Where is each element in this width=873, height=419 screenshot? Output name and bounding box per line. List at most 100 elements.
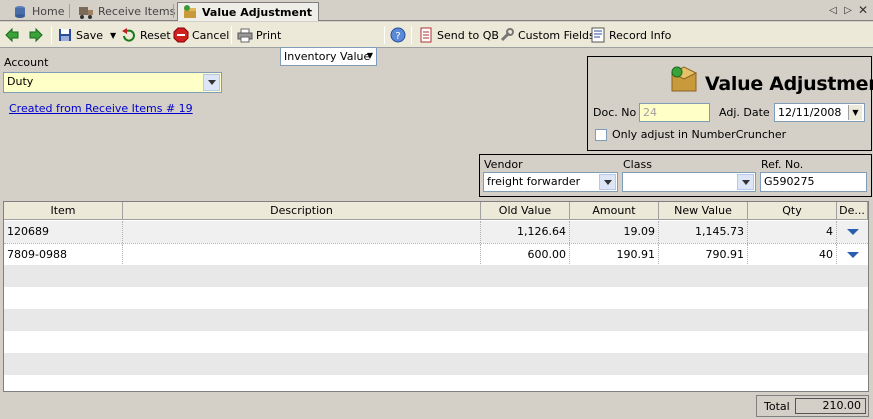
empty-row <box>4 287 868 309</box>
back-button[interactable] <box>4 25 20 45</box>
save-dropdown-icon[interactable]: ▼ <box>110 31 116 40</box>
items-grid: Item Description Old Value Amount New Va… <box>3 201 869 392</box>
database-icon <box>15 5 25 18</box>
account-value: Duty <box>7 75 34 88</box>
account-select[interactable]: Duty <box>3 72 222 93</box>
row-detail-arrow-icon[interactable] <box>847 252 859 258</box>
row-detail-arrow-icon[interactable] <box>847 229 859 235</box>
print-button[interactable]: Print <box>237 25 281 45</box>
column-header-item[interactable]: Item <box>4 202 123 220</box>
total-label: Total <box>764 400 790 413</box>
class-label: Class <box>623 158 652 171</box>
forward-button[interactable] <box>28 25 44 45</box>
custom-fields-label: Custom Fields <box>518 28 595 42</box>
vendor-label: Vendor <box>484 158 523 171</box>
tab-strip: Home Receive Items Value Adjustment ◁ ▷ … <box>0 0 873 21</box>
empty-row <box>4 353 868 375</box>
arrow-right-icon <box>29 27 43 43</box>
vendor-panel: Vendor freight forwarder Class Ref. No. … <box>479 154 872 197</box>
custom-fields-button[interactable]: Custom Fields <box>499 25 595 45</box>
record-info-button[interactable]: Record Info <box>590 25 671 45</box>
empty-row <box>4 265 868 287</box>
save-button[interactable]: Save ▼ <box>57 25 116 45</box>
page-title: Value Adjustment <box>705 73 873 95</box>
cell-item[interactable]: 120689 <box>4 221 123 243</box>
empty-row <box>4 331 868 353</box>
toolbar-separator <box>411 26 412 44</box>
table-row[interactable]: 120689 1,126.64 19.09 1,145.73 4 <box>4 221 868 243</box>
cell-item[interactable]: 7809-0988 <box>4 244 123 266</box>
cell-new-value[interactable]: 1,145.73 <box>659 221 748 243</box>
column-header-qty[interactable]: Qty <box>748 202 837 220</box>
toolbar-separator <box>231 26 232 44</box>
calendar-dropdown-icon[interactable]: ▼ <box>848 105 862 120</box>
total-panel: Total 210.00 <box>756 395 869 417</box>
tab-value-adjustment[interactable]: Value Adjustment <box>177 2 320 21</box>
adj-date-picker[interactable]: 12/11/2008 ▼ <box>774 103 865 122</box>
empty-row <box>4 309 868 331</box>
reset-label: Reset <box>140 28 171 42</box>
class-select[interactable] <box>622 172 756 192</box>
send-to-qb-label: Send to QB <box>437 28 499 42</box>
toolbar-separator <box>51 26 52 44</box>
ref-no-value: G590275 <box>764 175 815 188</box>
cell-qty[interactable]: 4 <box>748 221 837 243</box>
column-header-description[interactable]: Description <box>123 202 481 220</box>
column-header-amount[interactable]: Amount <box>570 202 659 220</box>
chevron-down-icon[interactable] <box>203 74 220 91</box>
cell-qty[interactable]: 40 <box>748 244 837 266</box>
document-icon <box>420 27 432 43</box>
tab-home[interactable]: Home <box>8 2 70 21</box>
toolbar: Save ▼ Reset Cancel Print Inventory Valu… <box>0 22 873 66</box>
doc-no-label: Doc. No <box>593 106 637 119</box>
reset-button[interactable]: Reset <box>121 25 171 45</box>
only-adjust-checkbox[interactable] <box>595 129 607 141</box>
cell-new-value[interactable]: 790.91 <box>659 244 748 266</box>
column-header-detail[interactable]: De... <box>837 202 868 220</box>
tab-receive-items[interactable]: Receive Items <box>74 2 181 21</box>
box-icon <box>184 5 196 18</box>
doc-no-field[interactable]: 24 <box>639 103 710 122</box>
cell-old-value[interactable]: 600.00 <box>481 244 570 266</box>
record-info-icon <box>591 27 605 43</box>
adj-date-label: Adj. Date <box>719 106 770 119</box>
print-template-select[interactable]: Inventory Value ▼ <box>280 47 377 66</box>
cell-description[interactable] <box>123 244 481 266</box>
cell-amount[interactable]: 190.91 <box>570 244 659 266</box>
created-from-link[interactable]: Created from Receive Items # 19 <box>9 102 193 115</box>
adj-date-value: 12/11/2008 <box>778 106 842 119</box>
chevron-down-icon[interactable] <box>737 174 754 190</box>
cell-description[interactable] <box>123 221 481 243</box>
tab-scroll-left-icon[interactable]: ◁ <box>826 2 840 18</box>
header-panel: Value Adjustment Doc. No 24 Adj. Date 12… <box>587 56 873 151</box>
doc-no-value: 24 <box>643 106 657 119</box>
tab-label: Value Adjustment <box>202 5 313 19</box>
print-template-value: Inventory Value <box>284 50 371 63</box>
vendor-select[interactable]: freight forwarder <box>483 172 618 192</box>
arrow-left-icon <box>5 27 19 43</box>
cell-old-value[interactable]: 1,126.64 <box>481 221 570 243</box>
cell-amount[interactable]: 19.09 <box>570 221 659 243</box>
toolbar-separator <box>384 26 385 44</box>
send-to-qb-button[interactable]: Send to QB <box>418 25 499 45</box>
tab-separator <box>69 4 70 18</box>
chevron-down-icon[interactable] <box>599 174 616 190</box>
tab-label: Receive Items <box>98 5 176 18</box>
reset-icon <box>122 28 135 42</box>
table-row[interactable]: 7809-0988 600.00 190.91 790.91 40 <box>4 243 868 266</box>
record-info-label: Record Info <box>609 28 672 42</box>
help-button[interactable]: ? <box>390 25 406 45</box>
column-header-old-value[interactable]: Old Value <box>481 202 570 220</box>
vendor-value: freight forwarder <box>487 175 581 188</box>
tab-scroll-right-icon[interactable]: ▷ <box>841 2 855 18</box>
box-icon <box>670 66 698 92</box>
empty-row <box>4 375 868 391</box>
column-header-new-value[interactable]: New Value <box>659 202 748 220</box>
only-adjust-label: Only adjust in NumberCruncher <box>612 128 787 141</box>
tab-separator <box>173 4 174 18</box>
cancel-button[interactable]: Cancel <box>173 25 229 45</box>
ref-no-field[interactable]: G590275 <box>760 172 867 192</box>
ref-no-label: Ref. No. <box>761 158 804 171</box>
close-icon[interactable]: ✕ <box>856 2 870 18</box>
chevron-down-icon: ▼ <box>366 51 373 60</box>
